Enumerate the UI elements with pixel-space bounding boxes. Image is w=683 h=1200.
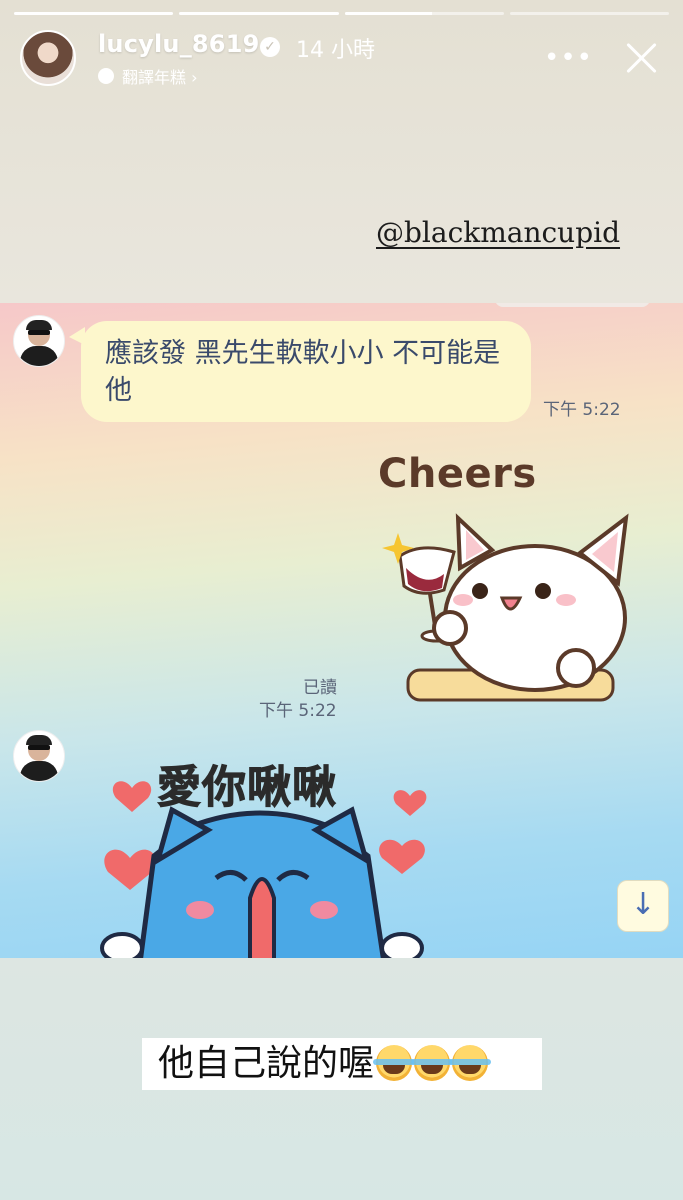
close-icon[interactable] <box>623 40 659 76</box>
progress-segment <box>344 12 504 15</box>
tears-of-joy-emoji-icon <box>411 1045 454 1081</box>
caption-text: 他自己說的喔 <box>158 1043 375 1084</box>
cropped-tab <box>495 303 650 307</box>
sticker-time: 下午 5:22 <box>259 701 337 721</box>
translate-label: 翻譯年糕 › <box>122 68 198 87</box>
chat-screenshot: 應該發 黑先生軟軟小小 不可能是他 下午 5:22 Cheers 已讀 下午 5… <box>0 303 683 958</box>
more-options-icon[interactable]: ••• <box>544 45 593 71</box>
profile-avatar[interactable] <box>20 30 76 86</box>
contact-avatar <box>13 315 65 367</box>
post-time: 14 小時 <box>296 38 375 63</box>
tears-of-joy-emoji-icon <box>373 1045 416 1081</box>
verified-badge-icon: ✓ <box>260 37 280 57</box>
sticker-caption: Cheers <box>378 451 537 497</box>
message-bubble: 應該發 黑先生軟軟小小 不可能是他 <box>69 321 531 422</box>
cheers-cat-sticker <box>382 513 629 702</box>
progress-segment <box>179 12 339 15</box>
translate-bubble-icon <box>98 68 114 84</box>
translate-link[interactable]: 翻譯年糕 › <box>98 64 198 88</box>
read-status: 已讀 <box>303 678 337 698</box>
contact-avatar <box>13 730 65 782</box>
story-header: lucylu_8619 ✓ 14 小時 翻譯年糕 › ••• <box>20 28 663 90</box>
love-bunny-sticker <box>100 781 427 958</box>
tears-of-joy-emoji-icon <box>449 1045 492 1081</box>
message-time: 下午 5:22 <box>543 400 621 420</box>
story-caption: 他自己說的喔 <box>158 1038 492 1090</box>
progress-segment <box>14 12 174 15</box>
mention-tag[interactable]: @blackmancupid <box>376 216 620 249</box>
scroll-down-button[interactable]: ↓ <box>617 880 669 932</box>
progress-segment <box>509 12 669 15</box>
story-progress-bar <box>14 12 669 16</box>
username[interactable]: lucylu_8619 <box>98 30 260 58</box>
